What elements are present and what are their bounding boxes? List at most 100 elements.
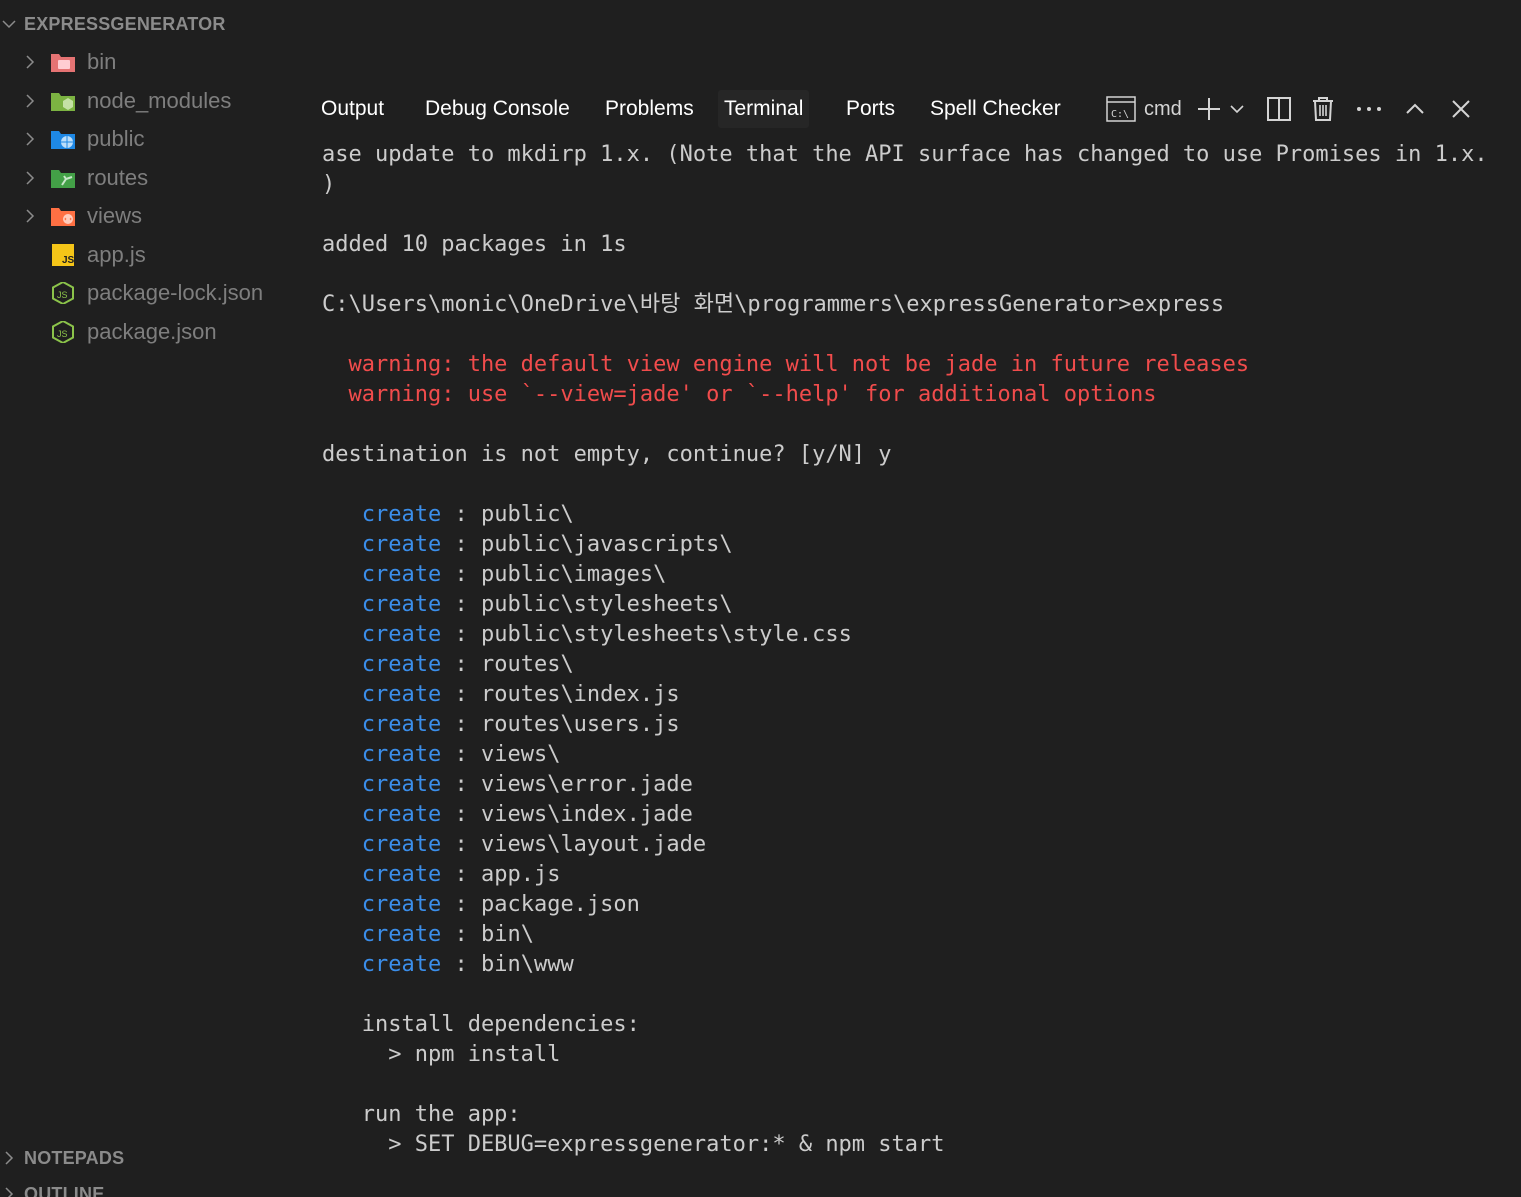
create-keyword: create xyxy=(361,922,442,947)
new-terminal-button[interactable] xyxy=(1196,94,1222,124)
create-keyword: create xyxy=(361,592,442,617)
terminal-line: install dependencies: xyxy=(322,1012,640,1037)
nodejs-file-icon: JS xyxy=(52,321,74,343)
tree-item-label: package.json xyxy=(87,319,217,344)
plus-icon xyxy=(1198,98,1220,120)
tab-output[interactable]: Output xyxy=(315,90,390,128)
tree-item-package-json[interactable]: JS package.json xyxy=(0,314,300,350)
explorer-section-header[interactable]: EXPRESSGENERATOR xyxy=(0,11,300,37)
chevron-down-icon xyxy=(1230,105,1244,114)
terminal-shell-selector[interactable]: C:\ cmd xyxy=(1106,94,1182,124)
tree-item-bin[interactable]: bin xyxy=(0,44,300,80)
terminal-output[interactable]: ase update to mkdirp 1.x. (Note that the… xyxy=(322,140,1512,1197)
chevron-right-icon xyxy=(5,1187,14,1197)
notepads-title: NOTEPADS xyxy=(24,1147,125,1168)
bottom-panel: Output Debug Console Problems Terminal P… xyxy=(300,0,1521,1197)
ellipsis-icon xyxy=(1357,107,1381,111)
create-line: create : public\ xyxy=(322,500,574,530)
tree-item-label: bin xyxy=(87,49,117,74)
notepads-section-header[interactable]: NOTEPADS xyxy=(0,1145,300,1171)
close-panel-button[interactable] xyxy=(1451,94,1471,124)
create-keyword: create xyxy=(361,712,442,737)
terminal-line: ) xyxy=(322,172,336,197)
maximize-panel-button[interactable] xyxy=(1404,94,1426,124)
create-line: create : views\error.jade xyxy=(322,770,693,800)
create-keyword: create xyxy=(361,892,442,917)
folder-public-icon xyxy=(51,131,75,149)
terminal-line: added 10 packages in 1s xyxy=(322,232,627,257)
create-path: : views\ xyxy=(441,742,561,767)
create-keyword: create xyxy=(361,682,442,707)
create-keyword: create xyxy=(361,832,442,857)
create-path: : routes\ xyxy=(441,652,574,677)
create-path: : public\stylesheets\style.css xyxy=(441,622,852,647)
folder-bin-icon xyxy=(51,54,75,72)
create-path: : routes\users.js xyxy=(441,712,680,737)
create-keyword: create xyxy=(361,802,442,827)
tab-ports[interactable]: Ports xyxy=(840,90,901,128)
kill-terminal-button[interactable] xyxy=(1311,94,1335,124)
tree-item-node-modules[interactable]: node_modules xyxy=(0,83,300,119)
create-line: create : routes\ xyxy=(322,650,574,680)
create-keyword: create xyxy=(361,532,442,557)
terminal-dropdown-button[interactable] xyxy=(1229,94,1245,124)
chevron-right-icon xyxy=(26,94,35,108)
terminal-line: run the app: xyxy=(322,1102,521,1127)
warning-line: warning: use `--view=jade' or `--help' f… xyxy=(322,382,1157,407)
create-path: : public\ xyxy=(441,502,574,527)
create-line: create : package.json xyxy=(322,890,640,920)
create-path: : bin\ xyxy=(441,922,534,947)
nodejs-file-icon: JS xyxy=(52,282,74,304)
create-line: create : bin\www xyxy=(322,950,574,980)
create-line: create : views\ xyxy=(322,740,561,770)
explorer-title: EXPRESSGENERATOR xyxy=(24,13,226,34)
create-keyword: create xyxy=(361,562,442,587)
create-keyword: create xyxy=(361,862,442,887)
tree-item-app-js[interactable]: JS app.js xyxy=(0,237,300,273)
more-actions-button[interactable] xyxy=(1355,94,1383,124)
split-terminal-button[interactable] xyxy=(1266,94,1292,124)
create-line: create : app.js xyxy=(322,860,561,890)
tree-item-label: public xyxy=(87,126,145,151)
tree-item-package-lock-json[interactable]: JS package-lock.json xyxy=(0,275,300,311)
tab-problems[interactable]: Problems xyxy=(599,90,700,128)
tree-item-public[interactable]: public xyxy=(0,121,300,157)
create-path: : public\javascripts\ xyxy=(441,532,733,557)
outline-section-header[interactable]: OUTLINE xyxy=(0,1181,300,1197)
chevron-down-icon xyxy=(2,20,16,29)
svg-text:JS: JS xyxy=(57,329,68,339)
tree-item-label: package-lock.json xyxy=(87,280,264,305)
terminal-line: C:\Users\monic\OneDrive\바탕 화면\programmer… xyxy=(322,292,1225,317)
chevron-right-icon xyxy=(26,171,35,185)
tree-item-views[interactable]: views xyxy=(0,198,300,234)
tree-item-routes[interactable]: routes xyxy=(0,160,300,196)
create-keyword: create xyxy=(361,952,442,977)
create-line: create : public\stylesheets\style.css xyxy=(322,620,852,650)
create-path: : app.js xyxy=(441,862,561,887)
explorer-sidebar: EXPRESSGENERATOR bin node_modules public… xyxy=(0,0,300,1197)
folder-node-icon xyxy=(51,93,75,111)
shell-label: cmd xyxy=(1144,97,1182,120)
folder-views-icon xyxy=(51,208,75,226)
terminal-cmd-icon: C:\ xyxy=(1106,96,1136,122)
create-keyword: create xyxy=(361,622,442,647)
create-line: create : bin\ xyxy=(322,920,534,950)
create-path: : package.json xyxy=(441,892,640,917)
tree-item-label: routes xyxy=(87,165,149,190)
split-editor-icon xyxy=(1267,97,1291,121)
create-line: create : public\stylesheets\ xyxy=(322,590,733,620)
tab-spell-checker[interactable]: Spell Checker xyxy=(924,90,1067,128)
create-path: : bin\www xyxy=(441,952,574,977)
terminal-line: destination is not empty, continue? [y/N… xyxy=(322,442,892,467)
create-path: : views\index.jade xyxy=(441,802,693,827)
tab-terminal[interactable]: Terminal xyxy=(718,90,810,128)
create-keyword: create xyxy=(361,772,442,797)
create-path: : public\images\ xyxy=(441,562,667,587)
trash-icon xyxy=(1313,97,1333,121)
terminal-line: ase update to mkdirp 1.x. (Note that the… xyxy=(322,142,1488,167)
tab-debug-console[interactable]: Debug Console xyxy=(419,90,576,128)
outline-title: OUTLINE xyxy=(24,1183,105,1197)
create-path: : views\error.jade xyxy=(441,772,693,797)
js-file-icon: JS xyxy=(52,244,75,266)
create-line: create : views\layout.jade xyxy=(322,830,706,860)
